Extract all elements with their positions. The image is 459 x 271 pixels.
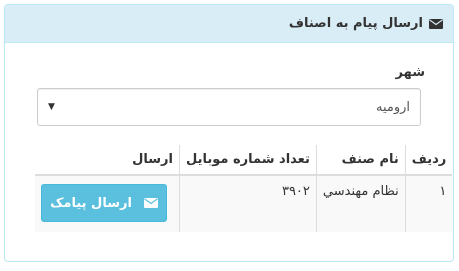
city-select-value: ارومیه xyxy=(375,99,410,115)
guild-table: ردیف نام صنف تعداد شماره موبایل ارسال ۱ … xyxy=(35,145,453,232)
header-send: ارسال xyxy=(35,145,180,176)
row-send-cell: ارسال پیامک xyxy=(35,175,180,232)
header-mobile-count: تعداد شماره موبایل xyxy=(179,145,317,176)
panel-heading: ارسال پیام به اصناف xyxy=(5,5,453,43)
send-message-panel: ارسال پیام به اصناف شهر ارومیه ▼ ردیف نا… xyxy=(4,4,454,262)
header-index: ردیف xyxy=(404,145,453,176)
header-guild-name: نام صنف xyxy=(315,145,406,176)
city-select[interactable]: ارومیه ▼ xyxy=(37,88,421,126)
row-guild-name: نظام مهندسي xyxy=(315,175,406,232)
envelope-icon xyxy=(143,198,158,208)
chevron-down-icon: ▼ xyxy=(48,102,55,112)
table-header-row: ردیف نام صنف تعداد شماره موبایل ارسال xyxy=(35,145,453,176)
row-index: ۱ xyxy=(404,175,453,232)
city-label: شهر xyxy=(395,65,425,80)
send-sms-button[interactable]: ارسال پیامک xyxy=(41,184,167,222)
row-mobile-count: ۳۹۰۲ xyxy=(179,175,317,232)
envelope-icon xyxy=(429,18,443,29)
table-row: ۱ نظام مهندسي ۳۹۰۲ ارسال پیامک xyxy=(35,175,453,232)
panel-title: ارسال پیام به اصناف xyxy=(288,16,423,31)
send-sms-label: ارسال پیامک xyxy=(50,195,132,211)
